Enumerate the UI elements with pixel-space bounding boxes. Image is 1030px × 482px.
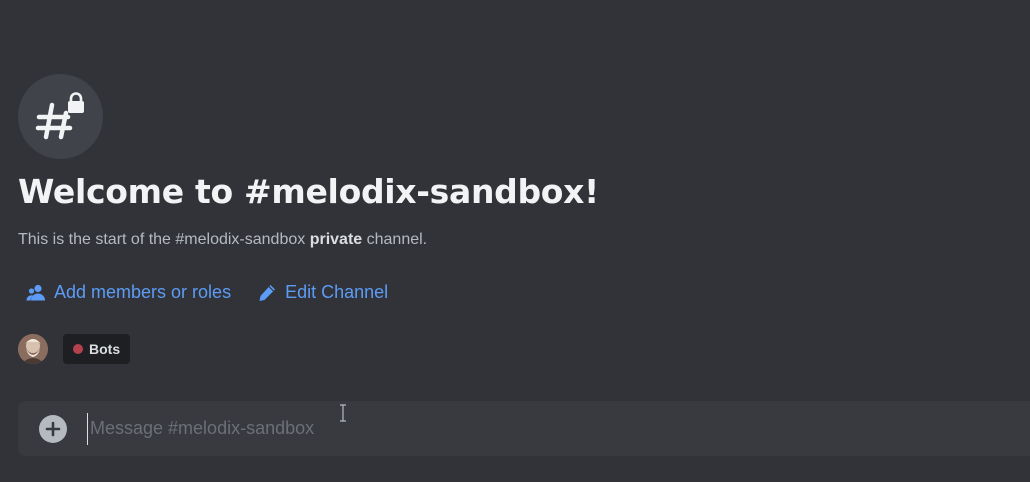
subtitle-emphasis: private	[309, 231, 363, 248]
add-members-button[interactable]: Add members or roles	[26, 282, 231, 303]
avatar-image	[18, 334, 48, 364]
edit-channel-label: Edit Channel	[285, 282, 389, 302]
channel-members: Bots	[18, 334, 131, 364]
welcome-subtitle: This is the start of the #melodix-sandbo…	[18, 231, 427, 249]
role-color-dot	[73, 344, 83, 354]
channel-welcome-screen: Welcome to #melodix-sandbox! This is the…	[0, 0, 1030, 482]
channel-actions: Add members or roles Edit Channel	[26, 282, 388, 303]
text-cursor-icon	[340, 404, 346, 422]
subtitle-suffix: channel.	[362, 231, 428, 248]
user-avatar[interactable]	[18, 334, 48, 364]
message-input[interactable]	[87, 412, 1030, 445]
role-label: Bots	[89, 341, 121, 357]
welcome-title: Welcome to #melodix-sandbox!	[18, 172, 599, 211]
subtitle-prefix: This is the start of the #melodix-sandbo…	[18, 231, 310, 248]
edit-channel-button[interactable]: Edit Channel	[257, 282, 388, 303]
message-composer	[18, 401, 1030, 456]
channel-icon	[18, 74, 103, 159]
pencil-icon	[259, 284, 276, 301]
attach-button[interactable]	[39, 414, 67, 443]
hashtag-lock-icon	[35, 91, 84, 139]
role-badge-bots[interactable]: Bots	[63, 334, 131, 364]
people-icon	[26, 284, 45, 300]
plus-circle-icon	[45, 421, 61, 436]
add-members-label: Add members or roles	[54, 282, 232, 302]
